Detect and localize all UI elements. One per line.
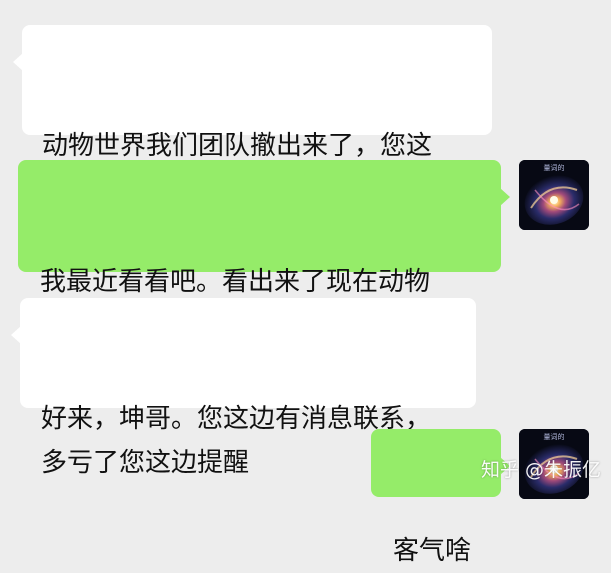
incoming-message-bubble[interactable]: 动物世界我们团队撤出来了，您这 边有什么能玩的吗？: [13, 25, 492, 205]
avatar-caption: 量词的: [543, 433, 565, 441]
bubble-tail: [13, 53, 23, 71]
watermark: 知乎 @朱振亿: [480, 459, 601, 481]
incoming-message-bubble[interactable]: 好来，坤哥。您这边有消息联系， 多亏了您这边提醒: [11, 298, 476, 478]
message-text: 客气啥: [393, 536, 472, 566]
bubble-tail: [11, 326, 21, 344]
avatar-caption: 量词的: [543, 164, 565, 172]
bubble-tail: [500, 188, 510, 206]
outgoing-message-bubble[interactable]: 我最近看看吧。看出来了现在动物 世界撑不住了: [18, 160, 510, 341]
user-avatar[interactable]: 量词的: [519, 160, 589, 230]
